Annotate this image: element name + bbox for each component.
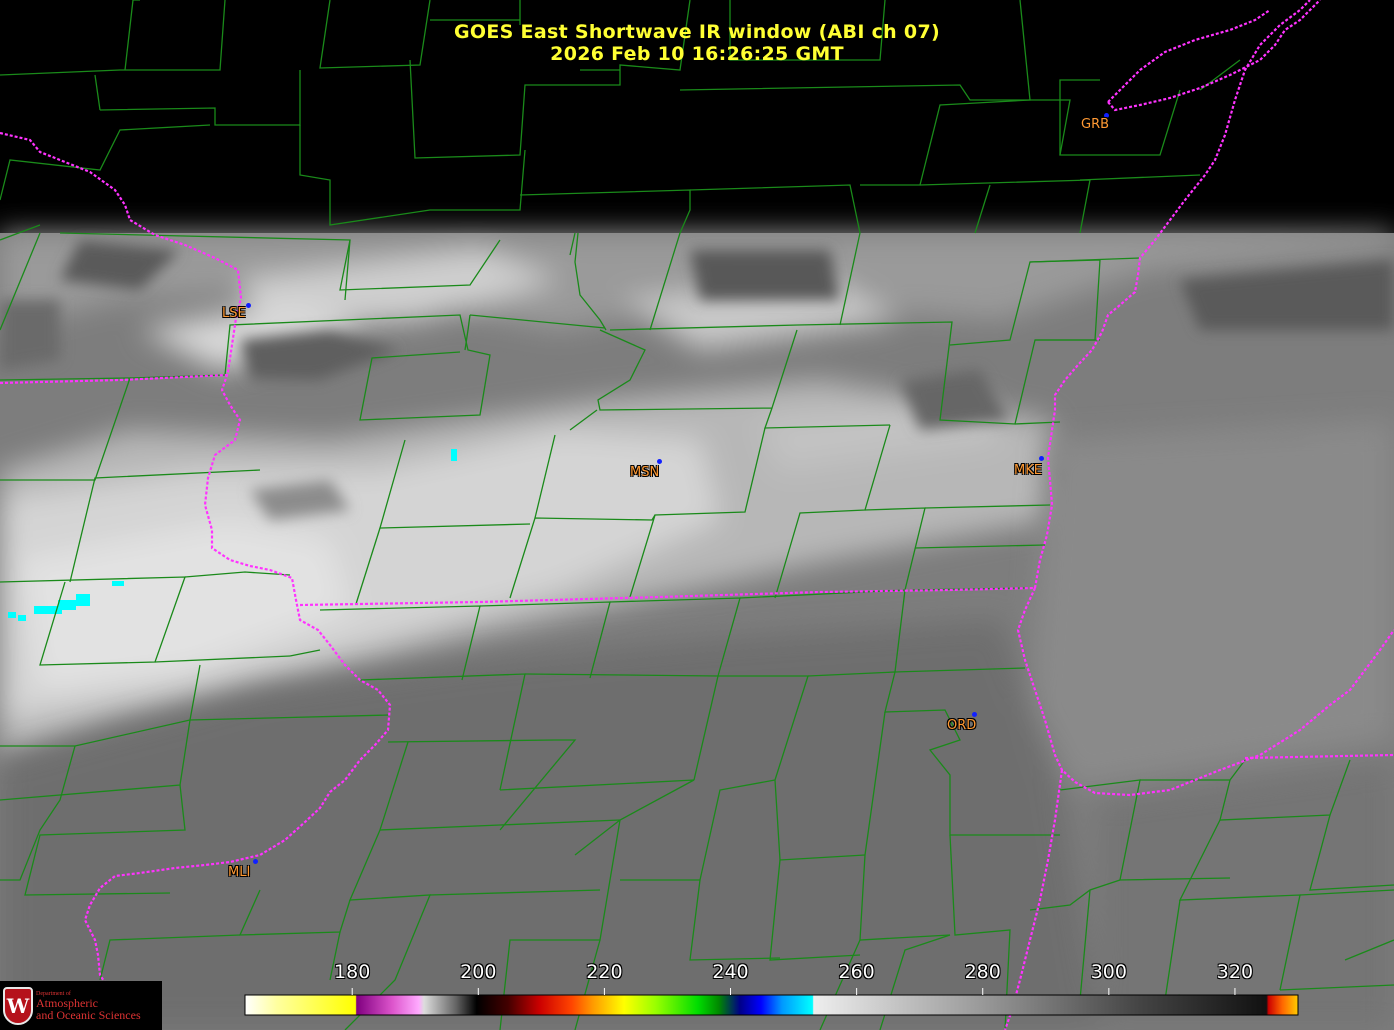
map-timestamp: 2026 Feb 10 16:26:25 GMT (550, 43, 844, 65)
station-dot (972, 712, 977, 717)
logo-name-line1: Atmospheric (36, 995, 98, 1010)
colorbar-tick-label: 180 (334, 961, 371, 983)
station-dot (253, 859, 258, 864)
station-dot (657, 459, 662, 464)
colorbar-tick-label: 200 (460, 961, 497, 983)
colorbar-tick-label: 300 (1090, 961, 1127, 983)
logo-text: Department of Atmospheric and Oceanic Sc… (36, 991, 141, 1021)
colorbar-tick-label: 260 (838, 961, 875, 983)
station-label: GRB (1081, 117, 1110, 132)
map-canvas (0, 0, 1394, 1030)
map-title: GOES East Shortwave IR window (ABI ch 07… (454, 21, 940, 43)
colorbar-tick-label: 280 (964, 961, 1001, 983)
station-label: MLI (228, 865, 251, 880)
station-dot (1039, 456, 1044, 461)
logo-name-line2: and Oceanic Sciences (36, 1007, 141, 1022)
station-label: MSN (630, 465, 660, 480)
ir-imagery (0, 233, 1394, 1030)
station-label: ORD (947, 718, 977, 733)
colorbar-tick-label: 320 (1216, 961, 1254, 983)
station-label: LSE (222, 306, 246, 321)
satellite-map-view: GOES East Shortwave IR window (ABI ch 07… (0, 0, 1394, 1030)
colorbar-tick-label: 220 (586, 961, 623, 983)
station-label: MKE (1014, 463, 1042, 478)
aos-logo: W Department of Atmospheric and Oceanic … (0, 981, 162, 1030)
uw-crest-icon: W (3, 986, 33, 1025)
colorbar-tick-label: 240 (712, 961, 749, 983)
station-dot (246, 303, 251, 308)
